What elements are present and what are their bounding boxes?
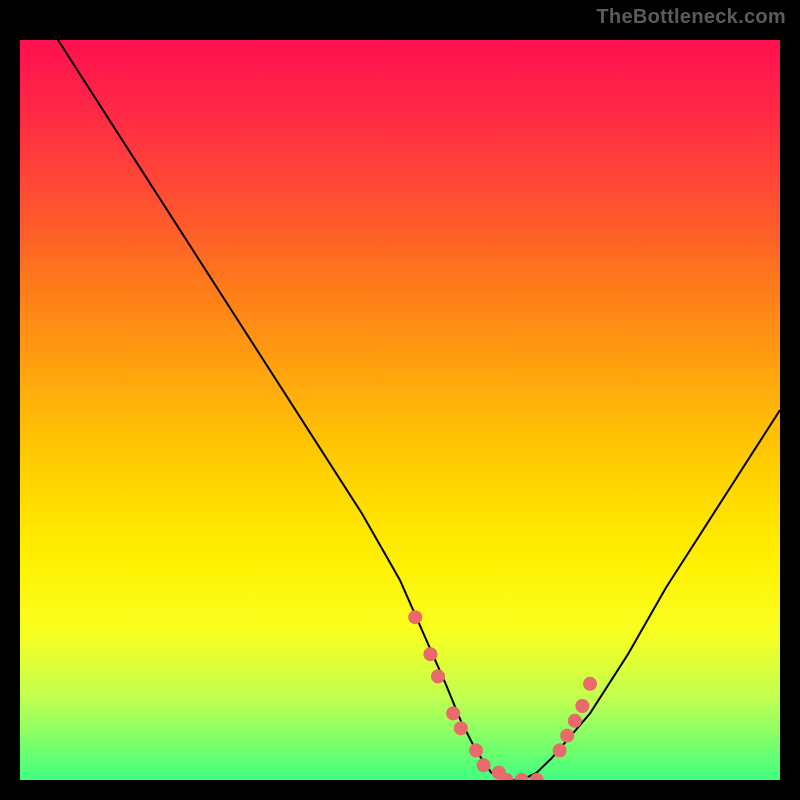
bottleneck-curve xyxy=(58,40,780,780)
highlight-dot xyxy=(431,669,445,683)
watermark-text: TheBottleneck.com xyxy=(596,6,786,29)
chart-svg xyxy=(20,40,780,780)
optimal-range-dots xyxy=(408,610,597,780)
highlight-dot xyxy=(469,743,483,757)
highlight-dot xyxy=(568,714,582,728)
highlight-dot xyxy=(454,721,468,735)
highlight-dot xyxy=(408,610,422,624)
highlight-dot xyxy=(560,729,574,743)
highlight-dot xyxy=(515,773,529,780)
highlight-dot xyxy=(423,647,437,661)
highlight-dot xyxy=(575,699,589,713)
highlight-dot xyxy=(583,677,597,691)
highlight-dot xyxy=(446,706,460,720)
chart-plot-area xyxy=(20,40,780,780)
highlight-dot xyxy=(477,758,491,772)
chart-frame xyxy=(10,30,790,790)
highlight-dot xyxy=(553,743,567,757)
